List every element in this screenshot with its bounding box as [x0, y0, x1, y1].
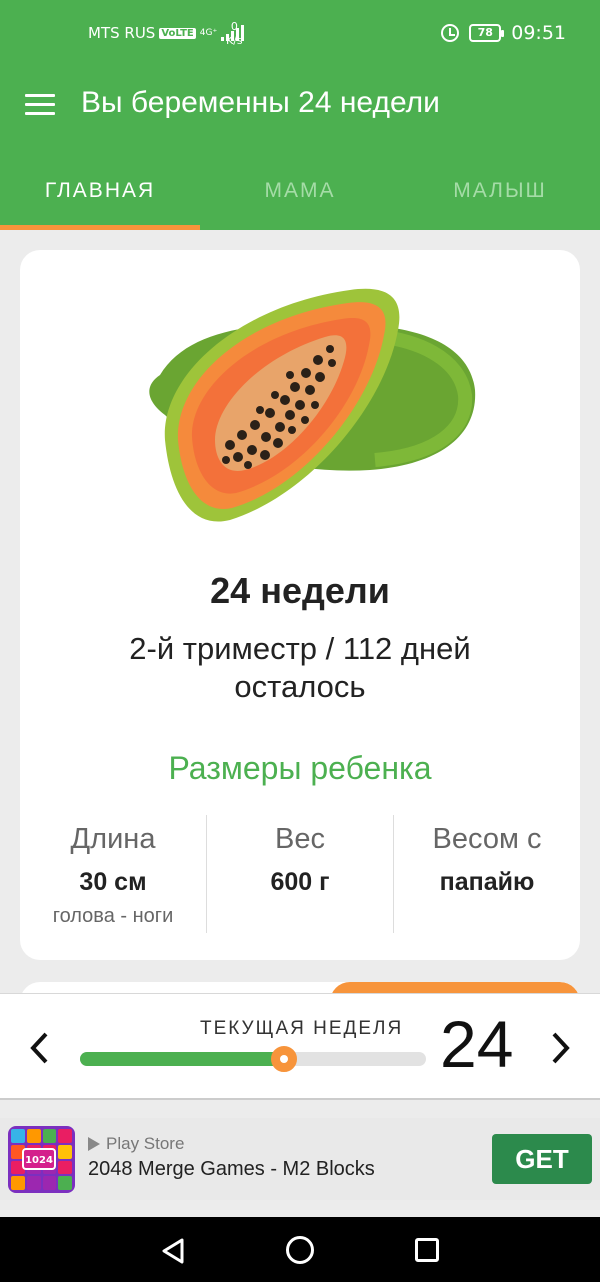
speed-value: 0: [230, 20, 238, 33]
ad-get-button[interactable]: GET: [492, 1134, 592, 1184]
tab-mom[interactable]: МАМА: [200, 150, 400, 230]
chevron-right-icon: [552, 1032, 570, 1064]
ad-banner[interactable]: 1024 Play Store 2048 Merge Games - M2 Bl…: [0, 1118, 600, 1200]
ad-app-title: 2048 Merge Games - M2 Blocks: [88, 1158, 375, 1180]
carrier-name: MTS RUS: [88, 24, 156, 42]
system-nav-bar: [0, 1217, 600, 1282]
alarm-icon: [441, 24, 460, 42]
baby-stats: Длина 30 см голова - ноги Вес 600 г Весо…: [20, 815, 580, 933]
speed-unit: K/s: [226, 34, 243, 47]
current-week-label: ТЕКУЩАЯ НЕДЕЛЯ: [200, 1018, 404, 1039]
week-progress-fill: [80, 1052, 284, 1066]
stat-weight-label: Вес: [275, 823, 325, 855]
clock: 09:51: [511, 22, 566, 44]
status-bar: MTS RUS VoLTE 4G⁺ 0 K/s 78 09:51: [0, 0, 600, 70]
network-status: MTS RUS VoLTE 4G⁺: [88, 24, 245, 42]
baby-sizes-title: Размеры ребенка: [168, 750, 432, 786]
stat-length: Длина 30 см голова - ноги: [20, 815, 206, 933]
network-type: 4G⁺: [199, 27, 218, 38]
trimester-info: 2-й триместр / 112 дней осталось: [129, 631, 471, 704]
battery-icon: 78: [469, 24, 505, 42]
volte-badge: VoLTE: [159, 27, 196, 39]
week-info-card: 24 недели 2-й триместр / 112 дней остало…: [20, 250, 580, 960]
week-progress-thumb[interactable]: [271, 1046, 297, 1072]
next-week-button[interactable]: [548, 1030, 572, 1075]
stat-comparison-value: папайю: [439, 868, 535, 896]
tab-baby[interactable]: МАЛЫШ: [400, 150, 600, 230]
ad-store-label: Play Store: [88, 1134, 184, 1154]
active-tab-indicator: [0, 225, 200, 230]
menu-icon[interactable]: [25, 94, 55, 116]
tab-main[interactable]: ГЛАВНАЯ: [0, 150, 200, 230]
current-week-number: 24: [440, 1007, 514, 1081]
app-bar: Вы беременны 24 недели: [0, 70, 600, 150]
week-selector: ТЕКУЩАЯ НЕДЕЛЯ 24: [0, 993, 600, 1100]
play-store-icon: [88, 1137, 100, 1151]
home-icon[interactable]: [286, 1236, 314, 1264]
tab-bar: ГЛАВНАЯ МАМА МАЛЫШ: [0, 150, 600, 230]
stat-comparison-label: Весом с: [432, 823, 542, 855]
system-indicators: 78 09:51: [441, 22, 566, 44]
stat-length-label: Длина: [70, 823, 156, 855]
previous-week-button[interactable]: [28, 1030, 52, 1075]
network-speed: 0 K/s: [226, 20, 243, 48]
papaya-image: [149, 288, 476, 522]
week-progress-slider[interactable]: [80, 1046, 426, 1072]
stat-length-value: 30 см: [79, 868, 147, 896]
back-icon[interactable]: [160, 1237, 186, 1265]
chevron-left-icon: [30, 1032, 48, 1064]
game-icon-badge: 1024: [22, 1148, 56, 1170]
stat-weight-value: 600 г: [270, 868, 330, 896]
battery-level: 78: [477, 26, 493, 39]
page-title: Вы беременны 24 недели: [81, 86, 440, 119]
week-title: 24 недели: [210, 570, 390, 611]
stat-comparison: Весом с папайю: [393, 815, 580, 933]
stat-length-sub: голова - ноги: [52, 905, 174, 927]
recent-apps-icon[interactable]: [415, 1238, 439, 1262]
ad-store-name: Play Store: [106, 1134, 185, 1153]
stat-weight: Вес 600 г: [206, 815, 393, 933]
